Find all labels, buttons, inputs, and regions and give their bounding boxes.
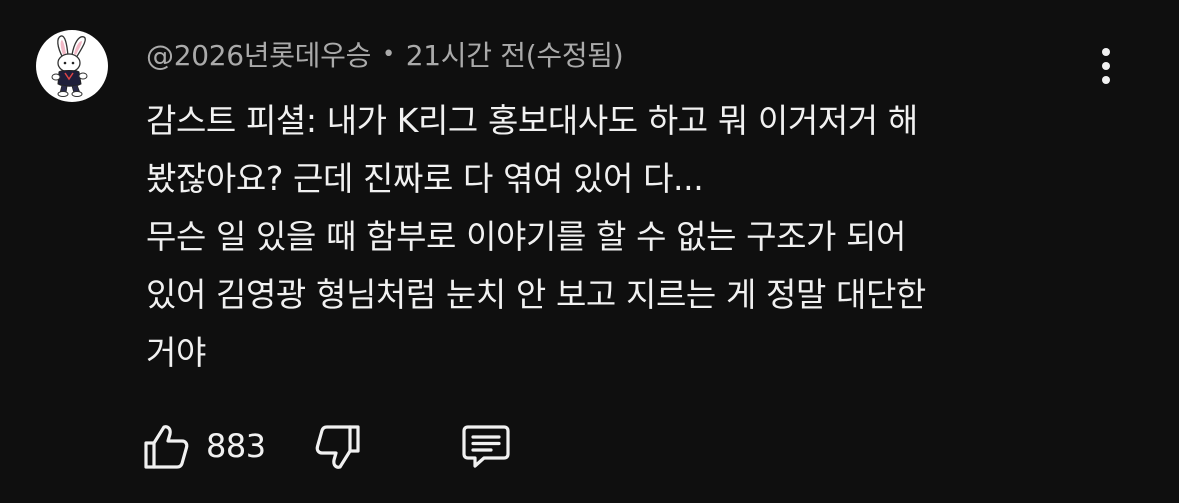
comment-actions: 883 bbox=[140, 418, 540, 474]
dislike-button[interactable] bbox=[312, 418, 364, 474]
reply-button[interactable] bbox=[458, 418, 514, 474]
comment-line: 있어 김영광 형님처럼 눈치 안 보고 지르는 게 정말 대단한 bbox=[146, 275, 926, 314]
comment-header: @2026년롯데우승 • 21시간 전(수정됨) bbox=[146, 34, 624, 74]
thumbs-down-icon bbox=[315, 425, 360, 469]
more-vert-icon bbox=[1102, 48, 1110, 84]
like-button[interactable]: 883 bbox=[140, 418, 266, 474]
avatar[interactable] bbox=[36, 30, 108, 102]
meta-separator: • bbox=[382, 41, 395, 67]
rabbit-mascot-icon bbox=[51, 35, 88, 97]
comment-body: 감스트 피셜: 내가 K리그 홍보대사도 하고 뭐 이거저거 해 봤잖아요? 근… bbox=[146, 92, 1106, 382]
comment-timestamp: 21시간 전(수정됨) bbox=[405, 39, 624, 72]
like-count: 883 bbox=[206, 427, 266, 465]
comment-line: 감스트 피셜: 내가 K리그 홍보대사도 하고 뭐 이거저거 해 bbox=[146, 101, 918, 140]
comment-line: 무슨 일 있을 때 함부로 이야기를 할 수 없는 구조가 되어 bbox=[146, 217, 907, 256]
comment-menu-button[interactable] bbox=[1086, 42, 1126, 90]
comment-bubble-icon bbox=[462, 425, 510, 468]
comment-line: 봤잖아요? 근데 진짜로 다 엮여 있어 다... bbox=[146, 159, 704, 198]
comment-author[interactable]: @2026년롯데우승 bbox=[146, 34, 371, 74]
thumbs-up-icon bbox=[144, 425, 189, 469]
comment-thread: @2026년롯데우승 • 21시간 전(수정됨) 감스트 피셜: 내가 K리그 … bbox=[0, 0, 1179, 503]
comment-line: 거야 bbox=[146, 333, 206, 372]
